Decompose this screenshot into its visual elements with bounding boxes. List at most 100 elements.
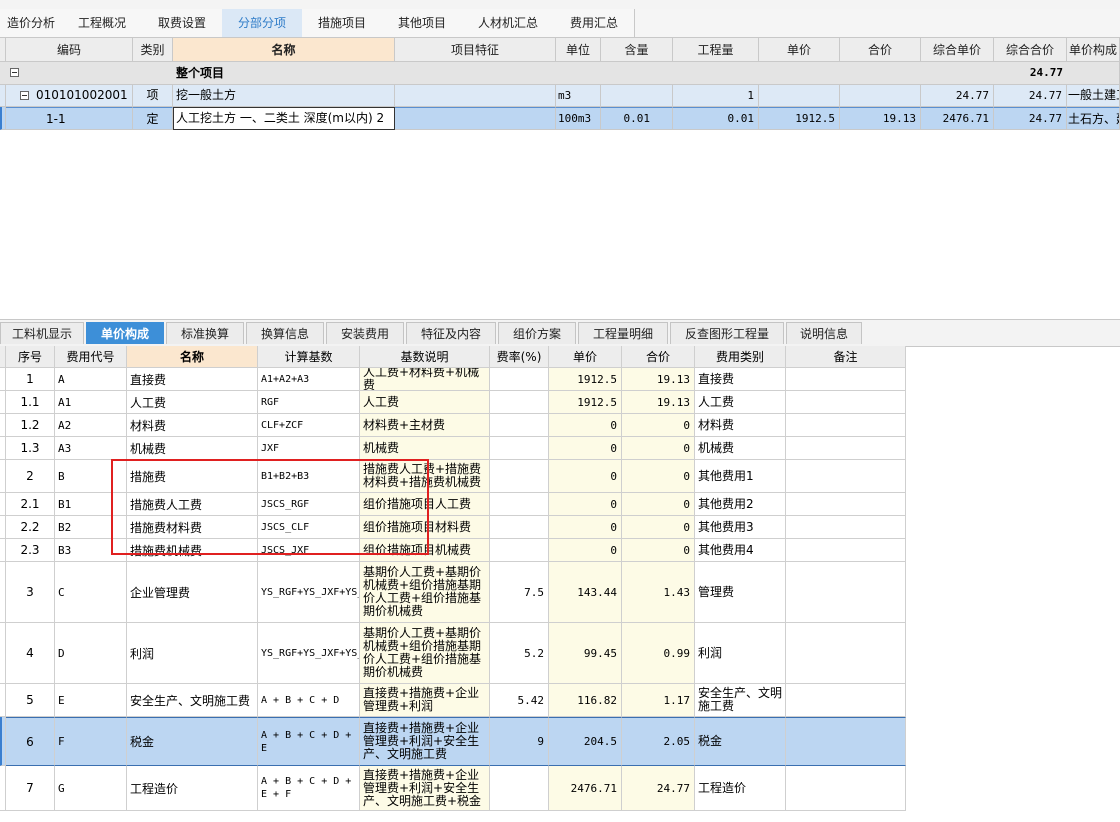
row-unit-price[interactable]: 0 <box>549 539 622 562</box>
row-name[interactable]: 挖一般土方 <box>173 85 395 107</box>
row-calc-base[interactable]: A1+A2+A3 <box>258 368 360 391</box>
row-fee-code[interactable]: A2 <box>55 414 127 437</box>
row-base-desc[interactable]: 基期价人工费+基期价机械费+组价措施基期价人工费+组价措施基期价机械费 <box>360 623 490 684</box>
row-fee-code[interactable]: E <box>55 684 127 717</box>
row-remark[interactable] <box>786 623 906 684</box>
col-header-code[interactable]: 编码 <box>6 38 133 62</box>
col-header-name[interactable]: 名称 <box>127 346 258 368</box>
row-remark[interactable] <box>786 414 906 437</box>
row-remark[interactable] <box>786 493 906 516</box>
row-calc-base[interactable]: JSCS_CLF <box>258 516 360 539</box>
row-fee-category[interactable]: 管理费 <box>695 562 786 623</box>
row-fee-code[interactable]: B1 <box>55 493 127 516</box>
row-seq[interactable]: 5 <box>6 684 55 717</box>
col-header-fee-code[interactable]: 费用代号 <box>55 346 127 368</box>
row-code[interactable]: 1-1 <box>6 107 133 130</box>
row-unit-price[interactable]: 99.45 <box>549 623 622 684</box>
row-fee-code[interactable]: A <box>55 368 127 391</box>
tab-install-fee[interactable]: 安装费用 <box>326 322 404 344</box>
tab-labor-material-display[interactable]: 工料机显示 <box>0 322 84 344</box>
col-header-quantity[interactable]: 工程量 <box>673 38 759 62</box>
row-name[interactable]: 利润 <box>127 623 258 684</box>
row-rate[interactable] <box>490 437 549 460</box>
row-rate[interactable] <box>490 539 549 562</box>
row-rate[interactable] <box>490 460 549 493</box>
row-total[interactable]: 0 <box>622 493 695 516</box>
row-remark[interactable] <box>786 516 906 539</box>
col-header-type[interactable]: 类别 <box>133 38 173 62</box>
tab-fee-settings[interactable]: 取费设置 <box>142 9 223 37</box>
row-total[interactable]: 1.43 <box>622 562 695 623</box>
row-calc-base[interactable]: YS_RGF+YS_JXF+YS_JSCS_RGF+YS_JSCS_JXF <box>258 623 360 684</box>
row-remark[interactable] <box>786 684 906 717</box>
row-unit-price[interactable]: 0 <box>549 437 622 460</box>
row-quantity[interactable]: 0.01 <box>673 107 759 130</box>
row-fee-category[interactable]: 人工费 <box>695 391 786 414</box>
row-price-composition[interactable]: 土石方、建 <box>1067 107 1120 130</box>
tab-project-overview[interactable]: 工程概况 <box>62 9 143 37</box>
tab-sub-items[interactable]: 分部分项 <box>222 9 303 37</box>
row-calc-base[interactable]: JSCS_RGF <box>258 493 360 516</box>
row-base-desc[interactable]: 材料费+主材费 <box>360 414 490 437</box>
row-fee-category[interactable]: 直接费 <box>695 368 786 391</box>
row-remark[interactable] <box>786 391 906 414</box>
tab-other-items[interactable]: 其他项目 <box>382 9 463 37</box>
row-fee-category[interactable]: 其他费用4 <box>695 539 786 562</box>
col-header-feature[interactable]: 项目特征 <box>395 38 556 62</box>
tab-standard-conversion[interactable]: 标准换算 <box>166 322 244 344</box>
row-total[interactable]: 19.13 <box>622 391 695 414</box>
row-name[interactable]: 机械费 <box>127 437 258 460</box>
row-unit-price[interactable]: 1912.5 <box>549 391 622 414</box>
row-unit-price[interactable]: 143.44 <box>549 562 622 623</box>
tab-features-content[interactable]: 特征及内容 <box>406 322 496 344</box>
row-name[interactable]: 工程造价 <box>127 766 258 811</box>
tab-cost-analysis[interactable]: 造价分析 <box>0 9 63 37</box>
row-calc-base[interactable]: A + B + C + D + E + F <box>258 766 360 811</box>
row-price-composition[interactable]: 一般土建工 <box>1067 85 1120 107</box>
row-type[interactable]: 项 <box>133 85 173 107</box>
row-fee-code[interactable]: F <box>55 717 127 766</box>
col-header-composite-price[interactable]: 综合单价 <box>921 38 994 62</box>
row-calc-base[interactable]: A + B + C + D + E <box>258 717 360 766</box>
col-header-name[interactable]: 名称 <box>173 38 395 62</box>
row-fee-code[interactable]: G <box>55 766 127 811</box>
row-unit-price[interactable]: 1912.5 <box>759 107 840 130</box>
row-seq[interactable]: 1 <box>6 368 55 391</box>
row-fee-code[interactable]: A3 <box>55 437 127 460</box>
row-unit[interactable]: 100m3 <box>556 107 601 130</box>
row-quantity[interactable]: 1 <box>673 85 759 107</box>
row-feature[interactable] <box>395 85 556 107</box>
row-total[interactable]: 0 <box>622 437 695 460</box>
row-feature[interactable] <box>395 107 556 130</box>
collapse-icon[interactable] <box>10 68 19 77</box>
row-seq[interactable]: 2 <box>6 460 55 493</box>
row-fee-code[interactable]: A1 <box>55 391 127 414</box>
row-base-desc[interactable]: 直接费+措施费+企业管理费+利润+安全生产、文明施工费 <box>360 717 490 766</box>
row-fee-code[interactable]: B <box>55 460 127 493</box>
row-base-desc[interactable]: 人工费+材料费+机械费 <box>360 368 490 391</box>
row-seq[interactable]: 1.3 <box>6 437 55 460</box>
row-fee-category[interactable]: 其他费用2 <box>695 493 786 516</box>
col-header-total-price[interactable]: 合价 <box>840 38 921 62</box>
tab-quantity-details[interactable]: 工程量明细 <box>578 322 668 344</box>
row-composite-price[interactable]: 2476.71 <box>921 107 994 130</box>
row-unit-price[interactable]: 1912.5 <box>549 368 622 391</box>
row-total[interactable]: 0.99 <box>622 623 695 684</box>
row-fee-category[interactable]: 其他费用1 <box>695 460 786 493</box>
row-unit-price[interactable]: 0 <box>549 414 622 437</box>
row-base-desc[interactable]: 直接费+措施费+企业管理费+利润+安全生产、文明施工费+税金 <box>360 766 490 811</box>
row-fee-code[interactable]: C <box>55 562 127 623</box>
row-name[interactable]: 措施费 <box>127 460 258 493</box>
row-base-desc[interactable]: 组价措施项目机械费 <box>360 539 490 562</box>
row-name[interactable]: 措施费人工费 <box>127 493 258 516</box>
col-header-unit[interactable]: 单位 <box>556 38 601 62</box>
row-fee-category[interactable]: 机械费 <box>695 437 786 460</box>
row-seq[interactable]: 4 <box>6 623 55 684</box>
col-header-price-composition[interactable]: 单价构成 <box>1067 38 1120 62</box>
row-unit-price[interactable] <box>759 85 840 107</box>
row-rate[interactable]: 9 <box>490 717 549 766</box>
row-composite-price[interactable]: 24.77 <box>921 85 994 107</box>
row-fee-code[interactable]: D <box>55 623 127 684</box>
row-calc-base[interactable]: YS_RGF+YS_JXF+YS_JSCS_RGF+YS_JSCS_JXF <box>258 562 360 623</box>
row-unit-price[interactable]: 0 <box>549 493 622 516</box>
